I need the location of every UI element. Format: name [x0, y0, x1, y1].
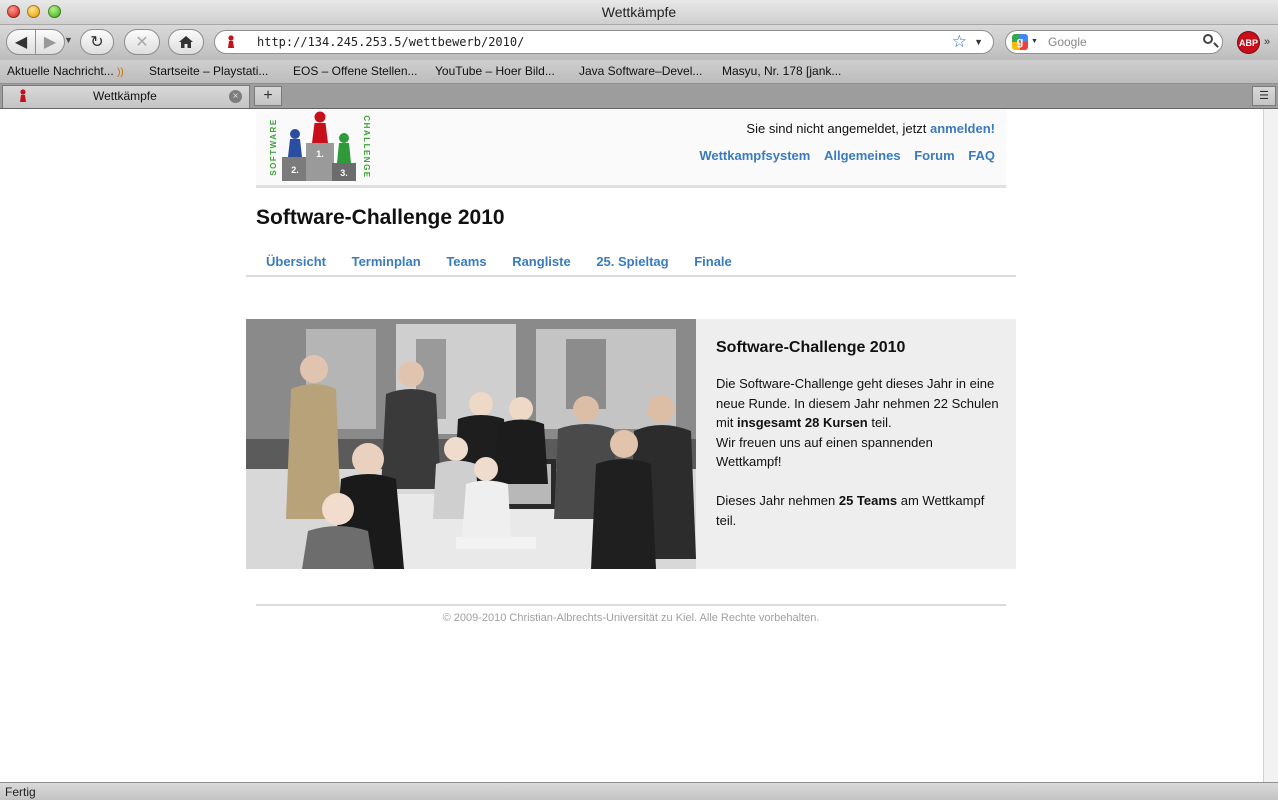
toolbar-overflow-icon[interactable]: »: [1264, 36, 1270, 48]
info-title: Software-Challenge 2010: [716, 339, 906, 356]
svg-text:CHALLENGE: CHALLENGE: [362, 115, 371, 178]
rss-feed-icon: )): [117, 67, 124, 78]
course-count: insgesamt 28 Kursen: [736, 415, 868, 430]
nav-faq[interactable]: FAQ: [968, 148, 995, 163]
tab-terminplan[interactable]: Terminplan: [352, 254, 421, 269]
footer-copyright: © 2009-2010 Christian-Albrechts-Universi…: [442, 612, 820, 624]
page-title: Software-Challenge 2010: [256, 206, 505, 229]
url-bar[interactable]: http://134.245.253.5/wettbewerb/2010/ ☆ …: [214, 30, 994, 54]
stop-button[interactable]: ✕: [124, 29, 160, 55]
status-bar: Fertig: [0, 782, 1278, 800]
window-title: Wettkämpfe: [601, 4, 677, 20]
search-placeholder[interactable]: Google: [1048, 35, 1087, 49]
tab-title: Wettkämpfe: [93, 89, 157, 103]
bookmark-star-icon[interactable]: ☆: [952, 32, 967, 52]
back-arrow-icon: ◀: [14, 34, 28, 51]
svg-text:2.: 2.: [291, 165, 299, 175]
new-tab-button[interactable]: +: [254, 86, 282, 106]
svg-text:1.: 1.: [316, 149, 324, 159]
vertical-scrollbar[interactable]: [1263, 109, 1278, 782]
bookmarks-bar: Aktuelle Nachricht... )) Startseite – Pl…: [0, 60, 1278, 84]
bookmark-item[interactable]: Masyu, Nr. 178 [jank...: [722, 64, 841, 78]
tab-favicon-pawn-icon: [20, 89, 26, 102]
reload-icon: ↻: [90, 34, 104, 51]
nav-allgemeines[interactable]: Allgemeines: [824, 148, 901, 163]
info-paragraph-2: Dieses Jahr nehmen 25 Teams am Wettkampf…: [716, 493, 985, 528]
forward-button[interactable]: ▶: [35, 29, 65, 55]
history-dropdown-icon[interactable]: ▼: [64, 35, 73, 45]
search-magnifier-icon[interactable]: [1203, 34, 1213, 44]
top-navigation: Wettkampfsystem Allgemeines Forum FAQ: [689, 148, 995, 163]
software-challenge-logo[interactable]: SOFTWARE CHALLENGE 2. 1. 3.: [266, 109, 372, 184]
bookmark-item[interactable]: Java Software–Devel...: [579, 64, 702, 78]
stop-icon: ✕: [135, 34, 149, 51]
window-titlebar: Wettkämpfe: [0, 0, 1278, 25]
status-text: Fertig: [5, 785, 36, 799]
google-engine-icon[interactable]: g: [1012, 34, 1028, 50]
nav-forum[interactable]: Forum: [914, 148, 954, 163]
bookmark-item[interactable]: Startseite – Playstati...: [149, 64, 268, 78]
tab-wettkaempfe[interactable]: Wettkämpfe ×: [2, 85, 250, 108]
back-button[interactable]: ◀: [6, 29, 36, 55]
bookmark-item[interactable]: Aktuelle Nachricht... )): [7, 64, 124, 78]
sub-navigation: Übersicht Terminplan Teams Rangliste 25.…: [266, 254, 754, 269]
info-paragraph-1: Die Software-Challenge geht dieses Jahr …: [716, 376, 999, 469]
tab-close-icon[interactable]: ×: [229, 90, 242, 103]
page-viewport: SOFTWARE CHALLENGE 2. 1. 3. Sie sind nic…: [0, 109, 1263, 782]
adblock-plus-icon[interactable]: ABP: [1237, 31, 1260, 54]
header-divider: [256, 185, 1006, 188]
url-dropdown-icon[interactable]: ▼: [974, 37, 983, 47]
subnav-divider: [246, 275, 1016, 277]
tab-list-button[interactable]: ☰: [1252, 86, 1276, 106]
home-icon: [179, 36, 193, 48]
search-engine-dropdown-icon[interactable]: ▼: [1031, 38, 1038, 45]
tab-finale[interactable]: Finale: [694, 254, 732, 269]
bookmark-item[interactable]: YouTube – Hoer Bild...: [435, 64, 555, 78]
login-link[interactable]: anmelden!: [930, 121, 995, 136]
svg-text:SOFTWARE: SOFTWARE: [269, 118, 278, 175]
forward-arrow-icon: ▶: [43, 34, 57, 51]
nav-wettkampfsystem[interactable]: Wettkampfsystem: [699, 148, 810, 163]
tab-uebersicht[interactable]: Übersicht: [266, 254, 326, 269]
list-all-tabs-icon: ☰: [1259, 90, 1269, 102]
login-prompt-text: Sie sind nicht angemeldet, jetzt: [746, 121, 927, 136]
site-favicon-pawn-icon: [228, 35, 234, 48]
info-box: Software-Challenge 2010 Die Software-Cha…: [696, 319, 1016, 569]
plus-icon: +: [263, 87, 273, 104]
team-count: 25 Teams: [838, 493, 898, 508]
navigation-toolbar: ◀ ▶ ▼ ↻ ✕ http://134.245.253.5/wettbewer…: [0, 25, 1278, 60]
bookmark-item[interactable]: EOS – Offene Stellen...: [293, 64, 418, 78]
login-status: Sie sind nicht angemeldet, jetzt anmelde…: [746, 121, 995, 136]
svg-text:3.: 3.: [340, 168, 348, 178]
reload-button[interactable]: ↻: [80, 29, 114, 55]
home-button[interactable]: [168, 29, 204, 55]
tab-bar: Wettkämpfe × + ☰: [0, 84, 1278, 109]
tab-teams[interactable]: Teams: [446, 254, 486, 269]
tab-rangliste[interactable]: Rangliste: [512, 254, 571, 269]
tab-spieltag[interactable]: 25. Spieltag: [596, 254, 668, 269]
search-box[interactable]: g ▼ Google: [1005, 30, 1223, 54]
url-text[interactable]: http://134.245.253.5/wettbewerb/2010/: [257, 35, 524, 49]
footer-divider: [256, 604, 1006, 606]
group-photo: [246, 319, 696, 569]
